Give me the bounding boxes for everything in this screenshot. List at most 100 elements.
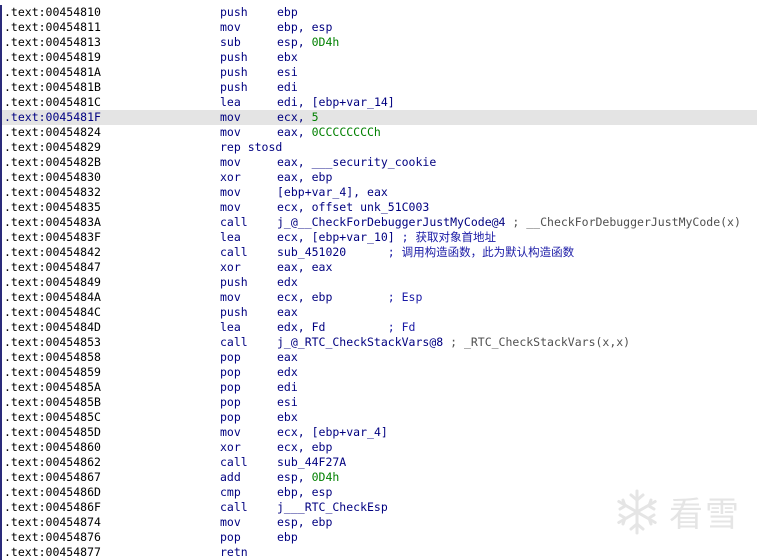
listing-row[interactable]: .text:0045481A push esi: [0, 65, 757, 80]
address[interactable]: .text:0045481A: [4, 65, 101, 80]
mnemonic[interactable]: call: [220, 455, 248, 470]
address[interactable]: .text:00454862: [4, 455, 101, 470]
symbol-reference[interactable]: j_@_RTC_CheckStackVars@8: [277, 335, 443, 349]
address[interactable]: .text:00454849: [4, 275, 101, 290]
stack-variable[interactable]: var_14: [346, 95, 388, 109]
listing-row[interactable]: .text:0045485A pop edi: [0, 380, 757, 395]
mnemonic[interactable]: pop: [220, 410, 241, 425]
symbol-reference[interactable]: ___security_cookie: [312, 155, 437, 169]
address[interactable]: .text:0045486F: [4, 500, 101, 515]
listing-row[interactable]: .text:00454824 mov eax, 0CCCCCCCCh: [0, 125, 757, 140]
symbol-reference[interactable]: j___RTC_CheckEsp: [277, 500, 388, 514]
mnemonic[interactable]: mov: [220, 290, 241, 305]
listing-row[interactable]: .text:00454867 add esp, 0D4h: [0, 470, 757, 485]
mnemonic[interactable]: mov: [220, 155, 241, 170]
listing-row[interactable]: .text:00454862 call sub_44F27A: [0, 455, 757, 470]
address[interactable]: .text:00454860: [4, 440, 101, 455]
address[interactable]: .text:0045485A: [4, 380, 101, 395]
address[interactable]: .text:00454811: [4, 20, 101, 35]
listing-row[interactable]: .text:00454858 pop eax: [0, 350, 757, 365]
address[interactable]: .text:00454858: [4, 350, 101, 365]
stack-variable[interactable]: var_4: [346, 425, 381, 439]
address[interactable]: .text:0045485D: [4, 425, 101, 440]
listing-row[interactable]: .text:00454849 push edx: [0, 275, 757, 290]
address[interactable]: .text:00454859: [4, 365, 101, 380]
address[interactable]: .text:0045484D: [4, 320, 101, 335]
address[interactable]: .text:0045485C: [4, 410, 101, 425]
address[interactable]: .text:00454829: [4, 140, 101, 155]
mnemonic[interactable]: mov: [220, 185, 241, 200]
listing-row[interactable]: .text:00454847 xor eax, eax: [0, 260, 757, 275]
listing-row[interactable]: .text:0045485D mov ecx, [ebp+var_4]: [0, 425, 757, 440]
listing-row[interactable]: .text:00454813 sub esp, 0D4h: [0, 35, 757, 50]
symbol-reference[interactable]: j_@__CheckForDebuggerJustMyCode@4: [277, 215, 505, 229]
address[interactable]: .text:00454842: [4, 245, 101, 260]
address[interactable]: .text:00454853: [4, 335, 101, 350]
address[interactable]: .text:0045482B: [4, 155, 101, 170]
listing-row[interactable]: .text:0045481C lea edi, [ebp+var_14]: [0, 95, 757, 110]
address[interactable]: .text:00454824: [4, 125, 101, 140]
listing-row[interactable]: .text:00454853 call j_@_RTC_CheckStackVars…: [0, 335, 757, 350]
listing-row[interactable]: .text:00454859 pop edx: [0, 365, 757, 380]
address[interactable]: .text:00454813: [4, 35, 101, 50]
listing-row[interactable]: .text:00454842 call sub_451020 ; 调用构造函数，此为…: [0, 245, 757, 260]
address[interactable]: .text:0045484C: [4, 305, 101, 320]
listing-row[interactable]: .text:00454832 mov [ebp+var_4], eax: [0, 185, 757, 200]
mnemonic[interactable]: rep stosd: [220, 140, 282, 155]
address[interactable]: .text:00454819: [4, 50, 101, 65]
listing-row[interactable]: .text:0045485B pop esi: [0, 395, 757, 410]
mnemonic[interactable]: xor: [220, 170, 241, 185]
address[interactable]: .text:0045481C: [4, 95, 101, 110]
mnemonic[interactable]: pop: [220, 395, 241, 410]
address[interactable]: .text:00454876: [4, 530, 101, 545]
listing-row[interactable]: .text:0045482B mov eax, ___security_cookie: [0, 155, 757, 170]
listing-row[interactable]: .text:00454860 xor ecx, ebp: [0, 440, 757, 455]
mnemonic[interactable]: call: [220, 335, 248, 350]
mnemonic[interactable]: mov: [220, 515, 241, 530]
address[interactable]: .text:00454877: [4, 545, 101, 560]
mnemonic[interactable]: pop: [220, 365, 241, 380]
mnemonic[interactable]: xor: [220, 440, 241, 455]
address[interactable]: .text:00454847: [4, 260, 101, 275]
mnemonic[interactable]: mov: [220, 200, 241, 215]
listing-row[interactable]: .text:00454819 push ebx: [0, 50, 757, 65]
mnemonic[interactable]: lea: [220, 95, 241, 110]
address[interactable]: .text:00454830: [4, 170, 101, 185]
mnemonic[interactable]: pop: [220, 530, 241, 545]
mnemonic[interactable]: cmp: [220, 485, 241, 500]
listing-row[interactable]: .text:0045484C push eax: [0, 305, 757, 320]
mnemonic[interactable]: lea: [220, 230, 241, 245]
mnemonic[interactable]: retn: [220, 545, 248, 560]
mnemonic[interactable]: mov: [220, 125, 241, 140]
mnemonic[interactable]: mov: [220, 20, 241, 35]
address[interactable]: .text:0045483A: [4, 215, 101, 230]
mnemonic[interactable]: push: [220, 5, 248, 20]
address[interactable]: .text:00454832: [4, 185, 101, 200]
listing-row[interactable]: .text:0045483A call j_@__CheckForDebuggerJ…: [0, 215, 757, 230]
address[interactable]: .text:00454867: [4, 470, 101, 485]
mnemonic[interactable]: push: [220, 305, 248, 320]
listing-row[interactable]: .text:0045485C pop ebx: [0, 410, 757, 425]
address[interactable]: .text:00454874: [4, 515, 101, 530]
listing-row[interactable]: .text:0045481F mov ecx, 5: [0, 110, 757, 125]
address[interactable]: .text:0045484A: [4, 290, 101, 305]
listing-row[interactable]: .text:00454811 mov ebp, esp: [0, 20, 757, 35]
listing-row[interactable]: .text:0045484A mov ecx, ebp ; Esp: [0, 290, 757, 305]
mnemonic[interactable]: sub: [220, 35, 241, 50]
address[interactable]: .text:0045483F: [4, 230, 101, 245]
listing-row[interactable]: .text:00454877 retn: [0, 545, 757, 560]
mnemonic[interactable]: push: [220, 65, 248, 80]
address[interactable]: .text:00454835: [4, 200, 101, 215]
listing-row[interactable]: .text:0045484D lea edx, Fd ; Fd: [0, 320, 757, 335]
listing-row[interactable]: .text:00454829 rep stosd: [0, 140, 757, 155]
mnemonic[interactable]: mov: [220, 425, 241, 440]
mnemonic[interactable]: call: [220, 245, 248, 260]
listing-row[interactable]: .text:00454810 push ebp: [0, 5, 757, 20]
listing-row[interactable]: .text:00454835 mov ecx, offset unk_51C003: [0, 200, 757, 215]
mnemonic[interactable]: lea: [220, 320, 241, 335]
address[interactable]: .text:0045481B: [4, 80, 101, 95]
mnemonic[interactable]: xor: [220, 260, 241, 275]
mnemonic[interactable]: pop: [220, 380, 241, 395]
address[interactable]: .text:0045486D: [4, 485, 101, 500]
mnemonic[interactable]: mov: [220, 110, 241, 125]
